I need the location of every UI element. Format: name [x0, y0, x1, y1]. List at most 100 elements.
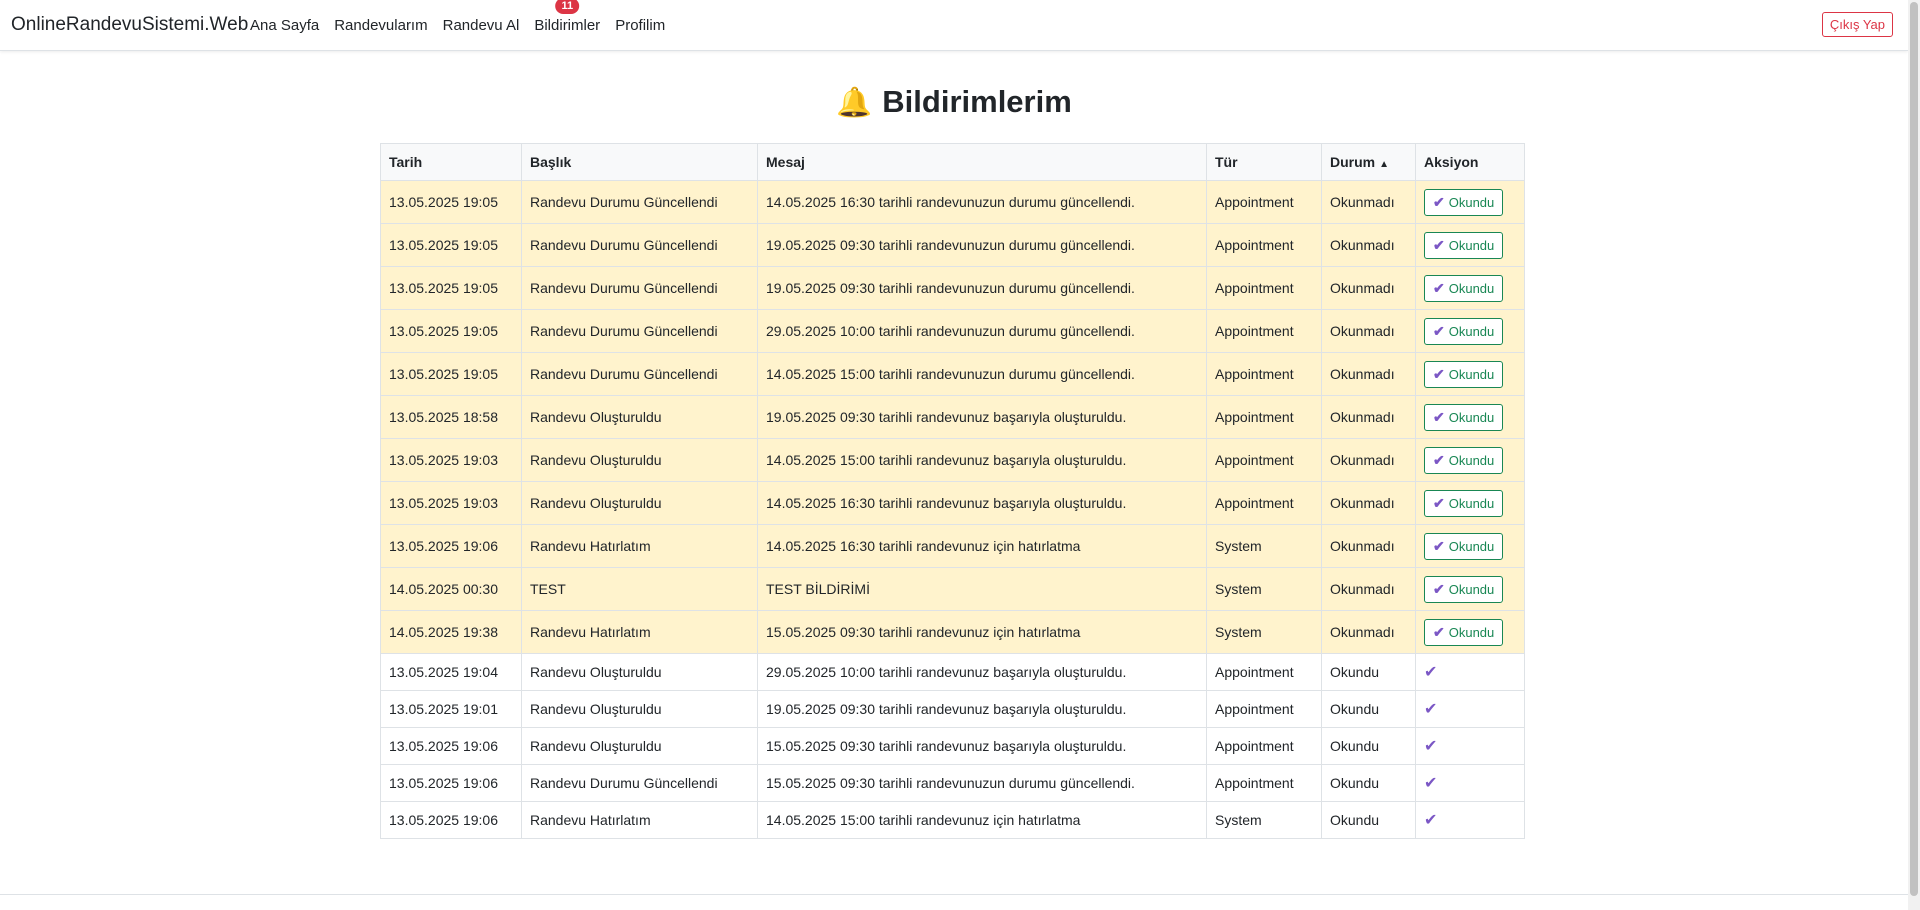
notification-row-unread: 13.05.2025 19:05 Randevu Durumu Güncellen…: [380, 309, 1525, 353]
status-cell: Okundu: [1321, 801, 1416, 839]
action-cell: ✔: [1415, 801, 1525, 839]
message-cell: 14.05.2025 15:00 tarihli randevunuz başa…: [757, 438, 1207, 482]
brand-link[interactable]: OnlineRandevuSistemi.Web: [11, 14, 248, 36]
action-cell: ✔: [1415, 653, 1525, 691]
date-cell: 13.05.2025 19:03: [380, 481, 522, 525]
notification-row-read: 13.05.2025 19:04 Randevu Oluşturuldu 29.05…: [380, 653, 1525, 691]
message-cell: 29.05.2025 10:00 tarihli randevunuzun du…: [757, 309, 1207, 353]
action-cell: ✔: [1415, 764, 1525, 802]
message-cell: 29.05.2025 10:00 tarihli randevunuz başa…: [757, 653, 1207, 691]
notification-row-unread: 14.05.2025 00:30 TEST TEST BİLDİRİMİ System…: [380, 567, 1525, 611]
nav-link-bildirimler[interactable]: Bildirimler 11: [534, 0, 600, 34]
mark-as-read-button[interactable]: ✔ Okundu: [1424, 317, 1504, 345]
notification-count-badge: 11: [555, 0, 580, 14]
date-cell: 13.05.2025 19:05: [380, 266, 522, 310]
date-cell: 14.05.2025 00:30: [380, 567, 522, 611]
status-cell: Okunmadı: [1321, 266, 1416, 310]
status-cell: Okunmadı: [1321, 610, 1416, 654]
action-cell: ✔ Okundu: [1415, 180, 1525, 224]
column-header-durum-label: Durum: [1330, 154, 1376, 170]
date-cell: 13.05.2025 19:05: [380, 180, 522, 224]
title-cell: Randevu Oluşturuldu: [521, 727, 758, 765]
type-cell: Appointment: [1206, 309, 1322, 353]
type-cell: Appointment: [1206, 690, 1322, 728]
mark-as-read-label: Okundu: [1448, 237, 1495, 253]
type-cell: Appointment: [1206, 395, 1322, 439]
scrollbar-thumb[interactable]: [1910, 2, 1918, 896]
check-icon: ✔: [1433, 365, 1445, 382]
message-cell: 19.05.2025 09:30 tarihli randevunuz başa…: [757, 690, 1207, 728]
nav-link-profilim[interactable]: Profilim: [615, 17, 665, 34]
title-cell: Randevu Oluşturuldu: [521, 481, 758, 525]
read-check-icon: ✔: [1424, 775, 1438, 792]
column-header-mesaj[interactable]: Mesaj: [757, 143, 1207, 181]
message-cell: 15.05.2025 09:30 tarihli randevunuz için…: [757, 610, 1207, 654]
page-scrollbar[interactable]: [1908, 0, 1920, 910]
status-cell: Okunmadı: [1321, 524, 1416, 568]
notifications-table: Tarih Başlık Mesaj Tür Durum ▲ Aksiyon 13…: [380, 143, 1525, 839]
nav-link-randevu-al[interactable]: Randevu Al: [443, 17, 520, 34]
notification-row-read: 13.05.2025 19:06 Randevu Oluşturuldu 15.05…: [380, 727, 1525, 765]
mark-as-read-label: Okundu: [1448, 366, 1495, 382]
mark-as-read-button[interactable]: ✔ Okundu: [1424, 618, 1504, 646]
notification-row-unread: 13.05.2025 19:05 Randevu Durumu Güncellen…: [380, 266, 1525, 310]
notification-row-unread: 13.05.2025 19:05 Randevu Durumu Güncellen…: [380, 352, 1525, 396]
mark-as-read-label: Okundu: [1448, 538, 1495, 554]
date-cell: 13.05.2025 19:06: [380, 524, 522, 568]
notification-row-unread: 13.05.2025 19:05 Randevu Durumu Güncellen…: [380, 180, 1525, 224]
date-cell: 13.05.2025 19:04: [380, 653, 522, 691]
type-cell: System: [1206, 610, 1322, 654]
title-cell: Randevu Hatırlatım: [521, 801, 758, 839]
status-cell: Okunmadı: [1321, 395, 1416, 439]
date-cell: 14.05.2025 19:38: [380, 610, 522, 654]
action-cell: ✔ Okundu: [1415, 352, 1525, 396]
mark-as-read-button[interactable]: ✔ Okundu: [1424, 274, 1504, 302]
mark-as-read-button[interactable]: ✔ Okundu: [1424, 360, 1504, 388]
date-cell: 13.05.2025 19:03: [380, 438, 522, 482]
table-header-row: Tarih Başlık Mesaj Tür Durum ▲ Aksiyon: [380, 143, 1525, 181]
check-icon: ✔: [1433, 537, 1445, 554]
mark-as-read-button[interactable]: ✔ Okundu: [1424, 489, 1504, 517]
action-cell: ✔: [1415, 690, 1525, 728]
read-check-icon: ✔: [1424, 664, 1438, 681]
nav-link-ana-sayfa[interactable]: Ana Sayfa: [250, 17, 319, 34]
check-icon: ✔: [1433, 451, 1445, 468]
action-cell: ✔ Okundu: [1415, 395, 1525, 439]
action-cell: ✔ Okundu: [1415, 309, 1525, 353]
mark-as-read-label: Okundu: [1448, 323, 1495, 339]
mark-as-read-label: Okundu: [1448, 452, 1495, 468]
date-cell: 13.05.2025 19:06: [380, 801, 522, 839]
column-header-tarih[interactable]: Tarih: [380, 143, 522, 181]
nav-link-randevularim[interactable]: Randevularım: [334, 17, 427, 34]
logout-button[interactable]: Çıkış Yap: [1821, 12, 1893, 37]
page-title-text: Bildirimlerim: [882, 84, 1072, 119]
notification-row-read: 13.05.2025 19:06 Randevu Hatırlatım 14.05.…: [380, 801, 1525, 839]
action-cell: ✔ Okundu: [1415, 223, 1525, 267]
mark-as-read-button[interactable]: ✔ Okundu: [1424, 446, 1504, 474]
action-cell: ✔ Okundu: [1415, 266, 1525, 310]
check-icon: ✔: [1433, 322, 1445, 339]
column-header-aksiyon: Aksiyon: [1415, 143, 1525, 181]
check-icon: ✔: [1433, 236, 1445, 253]
mark-as-read-button[interactable]: ✔ Okundu: [1424, 231, 1504, 259]
type-cell: Appointment: [1206, 352, 1322, 396]
mark-as-read-button[interactable]: ✔ Okundu: [1424, 575, 1504, 603]
mark-as-read-button[interactable]: ✔ Okundu: [1424, 403, 1504, 431]
date-cell: 13.05.2025 19:05: [380, 309, 522, 353]
column-header-baslik[interactable]: Başlık: [521, 143, 758, 181]
notification-row-unread: 13.05.2025 19:06 Randevu Hatırlatım 14.05.…: [380, 524, 1525, 568]
type-cell: Appointment: [1206, 727, 1322, 765]
date-cell: 13.05.2025 19:06: [380, 764, 522, 802]
mark-as-read-label: Okundu: [1448, 409, 1495, 425]
check-icon: ✔: [1433, 279, 1445, 296]
column-header-tur[interactable]: Tür: [1206, 143, 1322, 181]
message-cell: 19.05.2025 09:30 tarihli randevunuzun du…: [757, 266, 1207, 310]
mark-as-read-button[interactable]: ✔ Okundu: [1424, 188, 1504, 216]
column-header-durum[interactable]: Durum ▲: [1321, 143, 1416, 181]
action-cell: ✔ Okundu: [1415, 567, 1525, 611]
message-cell: 14.05.2025 15:00 tarihli randevunuzun du…: [757, 352, 1207, 396]
status-cell: Okundu: [1321, 727, 1416, 765]
mark-as-read-button[interactable]: ✔ Okundu: [1424, 532, 1504, 560]
action-cell: ✔: [1415, 727, 1525, 765]
title-cell: Randevu Oluşturuldu: [521, 438, 758, 482]
